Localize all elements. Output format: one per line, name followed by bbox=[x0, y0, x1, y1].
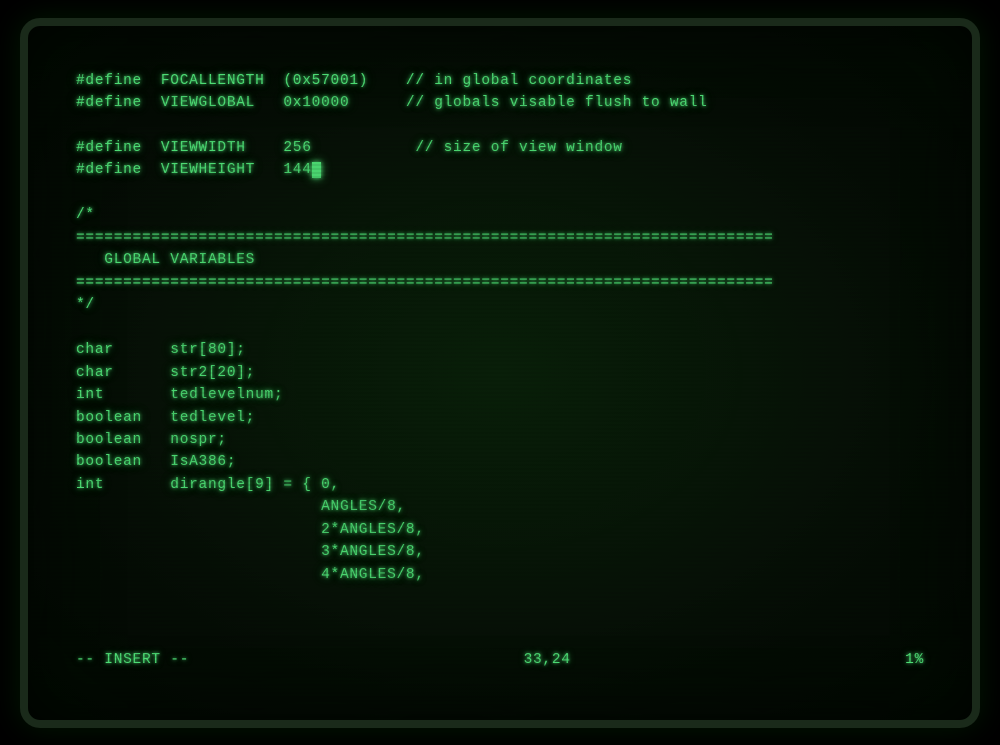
var-6: boolean IsA386; bbox=[76, 451, 924, 473]
var-2: char str2[20]; bbox=[76, 362, 924, 384]
code-line-2: #define VIEWGLOBAL 0x10000 // globals vi… bbox=[76, 92, 924, 114]
comment-end: */ bbox=[76, 294, 924, 316]
var-8: ANGLES/8, bbox=[76, 496, 924, 518]
section-title: GLOBAL VARIABLES bbox=[76, 249, 924, 271]
status-bar: -- INSERT -- 33,24 1% bbox=[76, 649, 924, 671]
var-10: 3*ANGLES/8, bbox=[76, 541, 924, 563]
var-7: int dirangle[9] = { 0, bbox=[76, 474, 924, 496]
monitor: #define FOCALLENGTH (0x57001) // in glob… bbox=[20, 18, 980, 728]
var-9: 2*ANGLES/8, bbox=[76, 519, 924, 541]
editor-mode: -- INSERT -- bbox=[76, 649, 189, 671]
var-3: int tedlevelnum; bbox=[76, 384, 924, 406]
text-cursor bbox=[312, 162, 321, 178]
blank-line-1 bbox=[76, 114, 924, 136]
blank-line-2 bbox=[76, 182, 924, 204]
editor-screen: #define FOCALLENGTH (0x57001) // in glob… bbox=[48, 46, 952, 700]
code-line-1: #define FOCALLENGTH (0x57001) // in glob… bbox=[76, 70, 924, 92]
scroll-percent: 1% bbox=[905, 649, 924, 671]
dashes-2: ========================================… bbox=[76, 272, 924, 294]
comment-start: /* bbox=[76, 204, 924, 226]
dashes-1: ========================================… bbox=[76, 227, 924, 249]
code-line-4-text: #define VIEWHEIGHT 144 bbox=[76, 162, 312, 178]
var-4: boolean tedlevel; bbox=[76, 407, 924, 429]
var-5: boolean nospr; bbox=[76, 429, 924, 451]
code-line-3: #define VIEWWIDTH 256 // size of view wi… bbox=[76, 137, 924, 159]
cursor-position: 33,24 bbox=[524, 649, 571, 671]
blank-line-3 bbox=[76, 317, 924, 339]
var-11: 4*ANGLES/8, bbox=[76, 564, 924, 586]
var-1: char str[80]; bbox=[76, 339, 924, 361]
code-line-4-cursor: #define VIEWHEIGHT 144 bbox=[76, 159, 924, 181]
